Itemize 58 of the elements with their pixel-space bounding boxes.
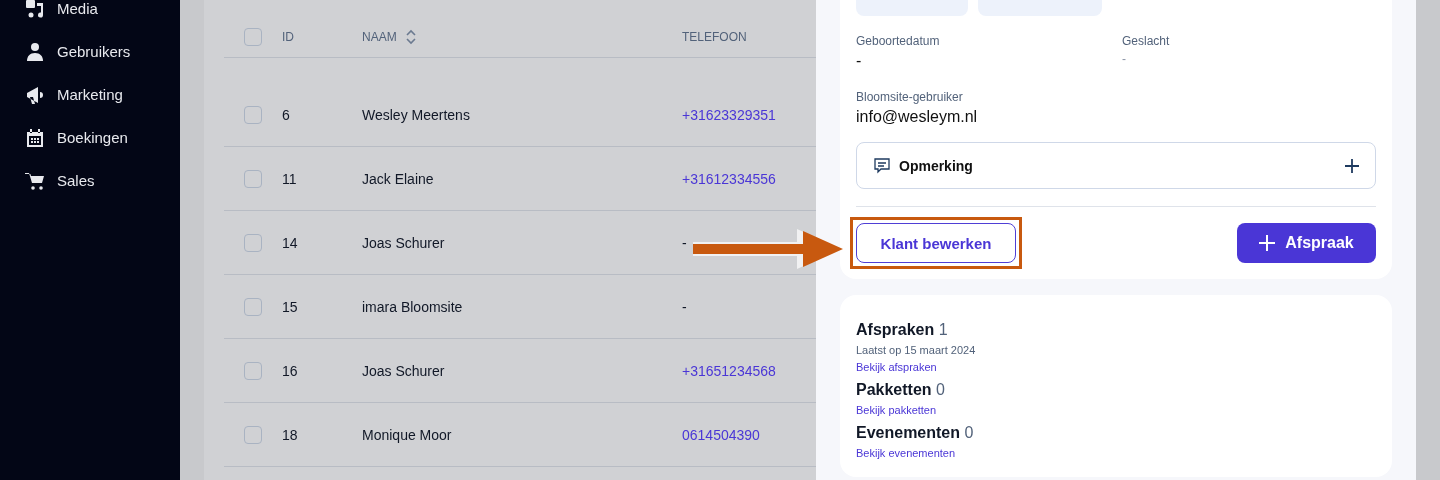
field-value: info@wesleym.nl [856, 108, 979, 126]
checkbox[interactable] [244, 425, 262, 444]
field-label: Geboortedatum [856, 34, 941, 48]
megaphone-icon [25, 84, 45, 105]
checkbox[interactable] [244, 169, 262, 188]
view-link[interactable]: Bekijk afspraken [856, 361, 1376, 373]
table-cell-text: +31623329351 [682, 106, 777, 123]
checkbox[interactable] [244, 27, 262, 46]
table-cell-text: imara Bloomsite [362, 298, 464, 315]
table-cell-text: +31651234568 [682, 362, 777, 379]
table-cell-text: +31612334556 [682, 170, 777, 187]
last-date-text: Laatst op 15 maart 2024 [856, 344, 977, 356]
section-title: Pakketten 0 [856, 381, 946, 399]
sidebar-item[interactable]: Boekingen [25, 116, 180, 159]
table-cell-text: Wesley Meertens [362, 106, 471, 123]
section-title: Afspraken 1 [856, 321, 949, 339]
field-value: - [1122, 52, 1127, 66]
sidebar-item[interactable]: Media [25, 0, 180, 30]
checkbox[interactable] [244, 233, 262, 252]
field-label: Geslacht [1122, 34, 1171, 48]
cart-icon [25, 170, 45, 191]
column-header: ID [282, 29, 295, 44]
table-cell-text: 11 [282, 170, 298, 187]
table-cell-text: 16 [282, 362, 299, 379]
table-cell-text: - [682, 234, 688, 251]
table-cell-text: Jack Elaine [362, 170, 435, 187]
sort-icon[interactable] [404, 28, 417, 45]
comment-icon [873, 156, 891, 175]
table-cell-text: 14 [282, 234, 299, 251]
sidebar-item[interactable]: Sales [25, 159, 180, 202]
field-label: Bloomsite-gebruiker [856, 90, 964, 104]
calendar-icon [25, 127, 45, 148]
checkbox[interactable] [244, 297, 262, 316]
table-cell-text: Joas Schurer [362, 234, 446, 251]
table-cell-text: 18 [282, 426, 299, 443]
plus-icon[interactable] [1345, 158, 1359, 173]
table-cell-text: 0614504390 [682, 426, 761, 443]
table-cell-text: Joas Schurer [362, 362, 446, 379]
checkbox[interactable] [244, 105, 262, 124]
section-title: Evenementen 0 [856, 424, 975, 442]
sidebar-item[interactable]: Gebruikers [25, 30, 180, 73]
field-value: - [856, 52, 863, 70]
edit-customer-button[interactable]: Klant bewerken [856, 223, 1016, 263]
table-cell-text: Monique Moor [362, 426, 453, 443]
column-header: TELEFOON [682, 29, 748, 44]
add-appointment-button[interactable]: Afspraak [1237, 223, 1376, 263]
sidebar-item[interactable]: Marketing [25, 73, 180, 116]
table-cell-text: - [682, 298, 688, 315]
column-header: NAAM [362, 29, 397, 44]
user-icon [25, 41, 45, 62]
view-link[interactable]: Bekijk pakketten [856, 404, 1376, 416]
media-icon [25, 0, 45, 19]
checkbox[interactable] [244, 361, 262, 380]
view-link[interactable]: Bekijk evenementen [856, 447, 1376, 459]
note-panel[interactable]: Opmerking [856, 142, 1376, 189]
table-cell-text: 15 [282, 298, 299, 315]
plus-icon [1259, 235, 1276, 251]
table-cell-text: 6 [282, 106, 291, 123]
